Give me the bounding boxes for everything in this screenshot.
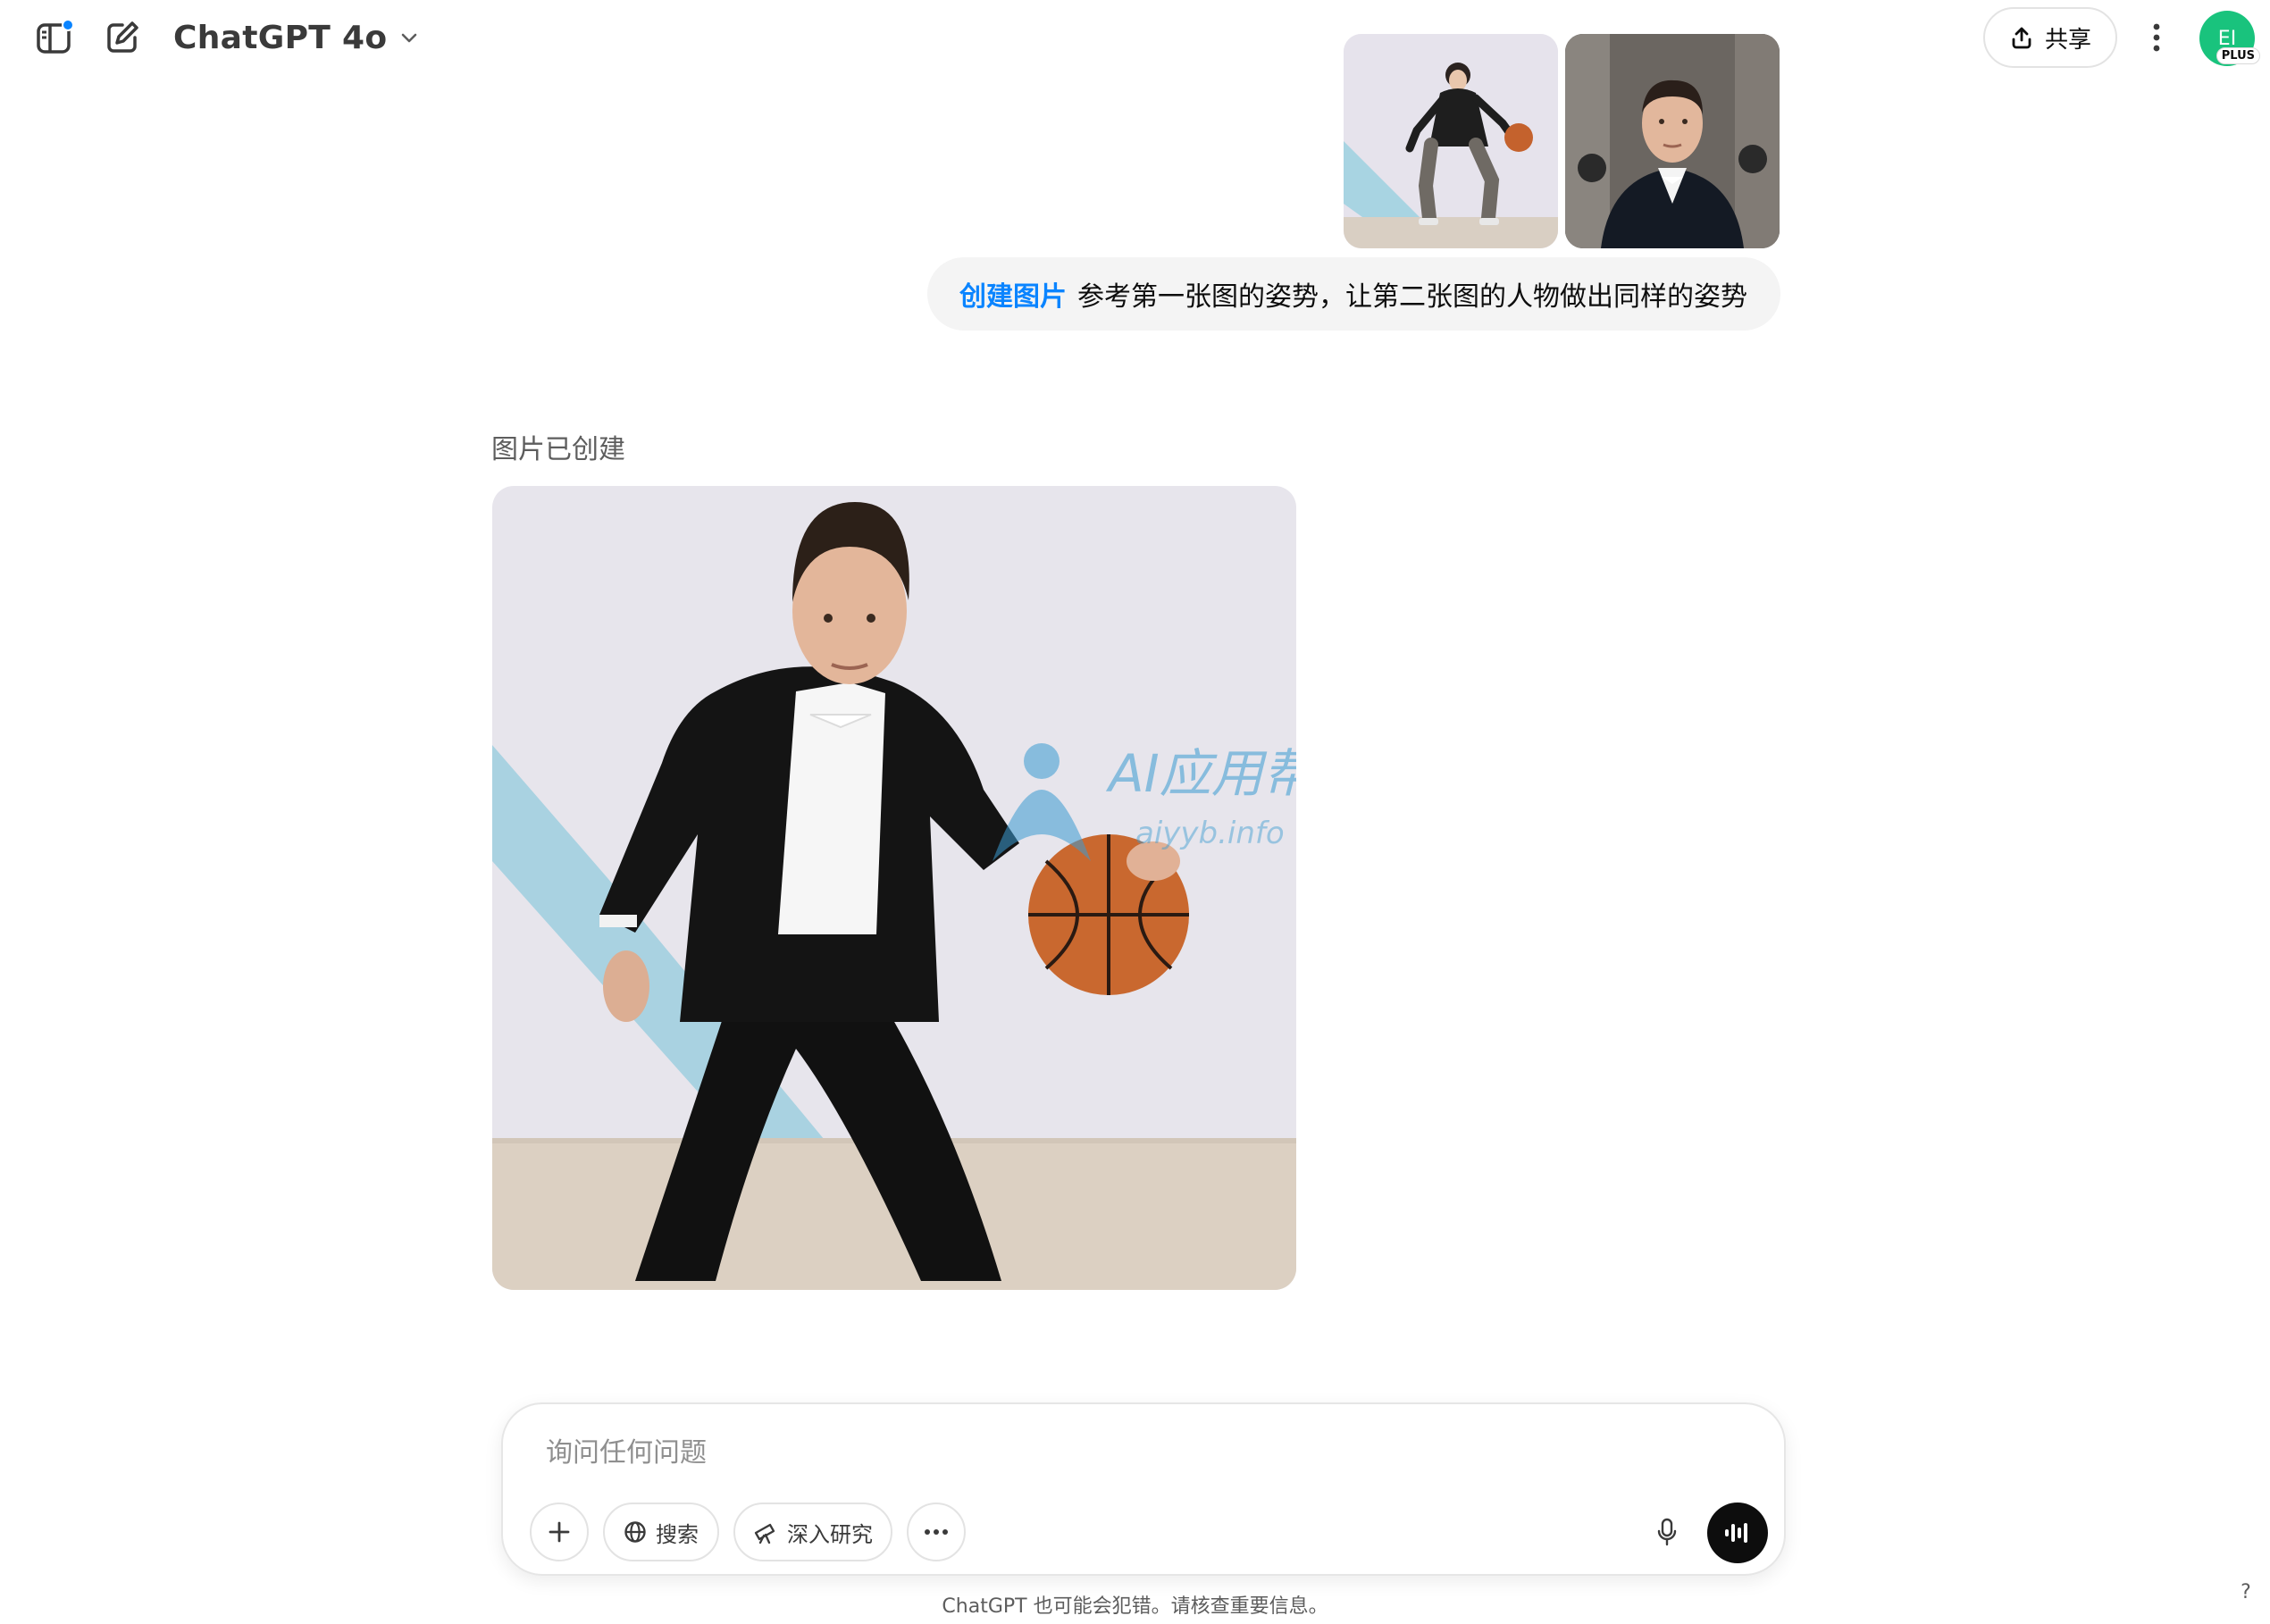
prompt-input[interactable] [546,1427,1707,1478]
top-bar: ChatGPT 4o 共享 EI PLUS [0,0,2270,75]
share-label: 共享 [2044,26,2091,54]
add-attachment-button[interactable] [530,1503,589,1561]
telescope-icon [754,1523,775,1544]
deep-research-button[interactable]: 深入研究 [733,1503,892,1561]
new-chat-button[interactable] [95,13,150,63]
search-button[interactable]: 搜索 [603,1503,719,1561]
chevron-down-icon [402,33,417,43]
share-icon [2012,27,2031,49]
model-switcher[interactable]: ChatGPT 4o [164,13,428,63]
more-tools-button[interactable] [907,1503,966,1561]
pose-reference-illustration [1344,34,1558,248]
share-button[interactable]: 共享 [1983,7,2117,68]
disclaimer: ChatGPT 也可能会犯错。请核查重要信息。 [942,1595,1328,1618]
watermark-subtitle: aiyyb.info [1135,816,1285,851]
deep-research-label: 深入研究 [787,1521,873,1547]
watermark-title: AI应用帮 [1105,743,1296,804]
generated-image-illustration: AI应用帮 aiyyb.info [492,486,1296,1290]
generated-image[interactable]: AI应用帮 aiyyb.info [492,486,1296,1290]
attached-image-pose-reference[interactable] [1344,34,1558,248]
user-message-bubble: 创建图片 参考第一张图的姿势，让第二张图的人物做出同样的姿势 [927,257,1780,331]
search-label: 搜索 [656,1521,699,1547]
more-options-button[interactable] [2132,13,2182,63]
image-created-status: 图片已创建 [491,434,625,465]
more-horizontal-icon [925,1529,948,1535]
voice-wave-icon [1725,1523,1747,1543]
sidebar-toggle-button[interactable] [27,13,82,63]
plan-badge: PLUS [2216,47,2260,64]
avatar[interactable]: EI PLUS [2199,11,2260,66]
dictate-button[interactable] [1638,1503,1696,1561]
model-name: ChatGPT 4o [173,19,388,56]
person-portrait-illustration [1565,34,1780,248]
globe-icon [624,1521,646,1543]
help-button[interactable]: ? [2230,1576,2262,1608]
plus-icon [549,1521,570,1543]
sidebar-toggle-icon [37,20,74,54]
voice-mode-button[interactable] [1707,1503,1768,1563]
user-message-text: 参考第一张图的姿势，让第二张图的人物做出同样的姿势 [1077,281,1747,313]
create-image-tag: 创建图片 [959,281,1067,313]
more-vertical-icon [2153,23,2160,52]
avatar-initials: EI [2217,27,2237,50]
attached-image-person[interactable] [1565,34,1780,248]
microphone-icon [1657,1518,1677,1546]
new-chat-icon [107,21,138,53]
composer: 搜索 深入研究 [501,1402,1786,1576]
